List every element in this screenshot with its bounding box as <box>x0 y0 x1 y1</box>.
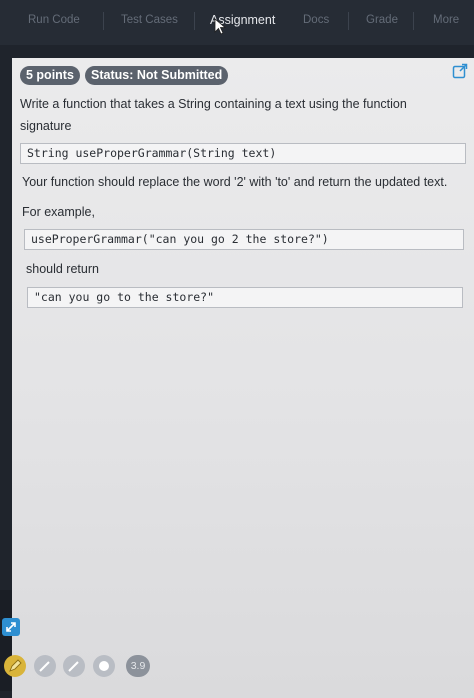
top-nav-bar: Run Code Test Cases Assignment Docs Grad… <box>0 0 474 45</box>
status-badge: Status: Not Submitted <box>85 66 229 85</box>
tab-divider <box>348 12 349 30</box>
marker-tool-button[interactable] <box>63 655 85 677</box>
tab-divider <box>194 12 195 30</box>
tab-divider <box>103 12 104 30</box>
points-badge: 5 points <box>20 66 80 85</box>
tab-more[interactable]: More <box>433 14 459 26</box>
should-return-label: should return <box>26 262 99 276</box>
version-badge: 3.9 <box>126 655 150 677</box>
intro-text-line-2: signature <box>20 119 72 133</box>
tab-test-cases[interactable]: Test Cases <box>121 14 178 26</box>
example-call-code-block: useProperGrammar("can you go 2 the store… <box>24 229 464 250</box>
tab-docs[interactable]: Docs <box>303 14 329 26</box>
expand-arrows-icon <box>6 622 16 632</box>
pencil-icon <box>39 661 50 672</box>
pen-tool-button[interactable] <box>34 655 56 677</box>
external-link-icon[interactable] <box>452 63 468 79</box>
eraser-tool-button[interactable] <box>93 655 115 677</box>
pencil-icon <box>68 661 79 672</box>
tab-run-code[interactable]: Run Code <box>28 14 80 26</box>
intro-text-line-1: Write a function that takes a String con… <box>20 97 407 111</box>
resize-handle[interactable] <box>2 618 20 636</box>
example-result-code-block: "can you go to the store?" <box>27 287 463 308</box>
tab-divider <box>413 12 414 30</box>
mouse-cursor-icon <box>214 18 227 35</box>
pencil-tool-button[interactable] <box>4 655 26 677</box>
pencil-icon <box>9 659 22 672</box>
example-label: For example, <box>22 205 95 219</box>
tab-grade[interactable]: Grade <box>366 14 398 26</box>
signature-code-block: String useProperGrammar(String text) <box>20 143 466 164</box>
circle-icon <box>99 661 109 671</box>
instruction-text: Your function should replace the word '2… <box>22 175 448 189</box>
